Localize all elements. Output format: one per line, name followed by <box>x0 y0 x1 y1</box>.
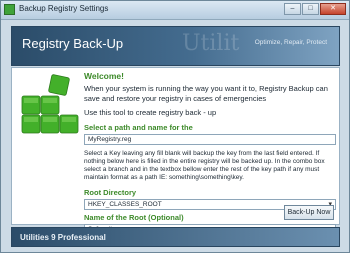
title-bar[interactable]: Backup Registry Settings – □ ✕ <box>1 1 349 20</box>
banner-title: Registry Back-Up <box>22 36 124 51</box>
banner-watermark: Utilit <box>182 31 240 56</box>
close-button[interactable]: ✕ <box>320 3 346 15</box>
footer-brand: Utilities 9 Professional <box>20 233 106 242</box>
banner-tagline: Optimize, Repair, Protect <box>254 39 327 46</box>
footer-bar: Utilities 9 Professional <box>11 227 340 247</box>
window-controls: – □ ✕ <box>284 3 346 15</box>
main-panel: Welcome! When your system is running the… <box>11 67 340 235</box>
app-icon <box>4 4 15 15</box>
backup-now-button[interactable]: Back-Up Now <box>284 205 334 220</box>
description-text: When your system is running the way you … <box>84 84 328 103</box>
backup-registry-window: Backup Registry Settings – □ ✕ Utilit Re… <box>0 0 350 253</box>
info-text: Select a Key leaving any fill blank will… <box>84 150 325 181</box>
registry-cubes-icon <box>21 74 79 134</box>
header-banner: Utilit Registry Back-Up Optimize, Repair… <box>11 26 340 66</box>
welcome-heading: Welcome! <box>84 71 124 81</box>
minimize-button[interactable]: – <box>284 3 301 15</box>
path-label: Select a path and name for the <box>84 123 193 132</box>
root-directory-label: Root Directory <box>84 188 137 197</box>
window-title: Backup Registry Settings <box>19 4 109 13</box>
root-directory-value: HKEY_CLASSES_ROOT <box>88 201 162 208</box>
maximize-button[interactable]: □ <box>302 3 319 15</box>
path-input[interactable]: MyRegistry.reg <box>84 134 336 145</box>
hint-text: Use this tool to create registry back - … <box>84 108 217 117</box>
